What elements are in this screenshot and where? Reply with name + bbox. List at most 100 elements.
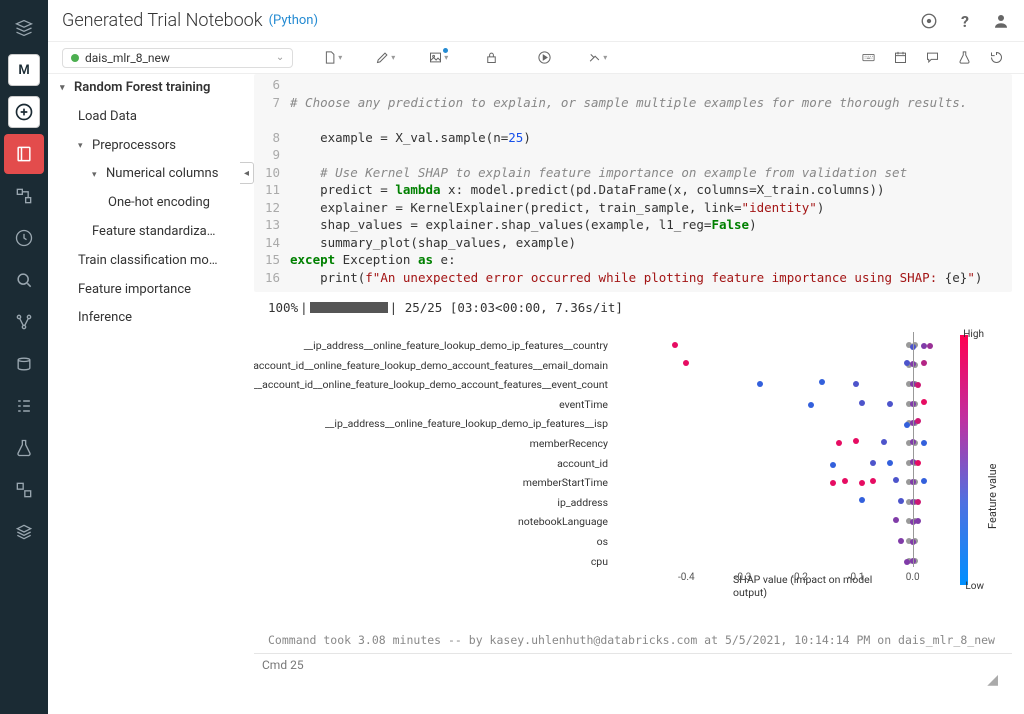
shap-point bbox=[898, 498, 904, 504]
progress-pct: 100% bbox=[268, 300, 298, 315]
outline-root[interactable]: ▾Random Forest training bbox=[60, 74, 240, 103]
shap-point bbox=[915, 499, 921, 505]
progress-counts: | 25/25 [03:03<00:00, 7.36s/it] bbox=[390, 300, 623, 315]
feature-label: memberStartTime bbox=[254, 476, 608, 489]
feature-label: notebookLanguage bbox=[254, 515, 608, 528]
shap-point bbox=[893, 477, 899, 483]
shap-point bbox=[859, 480, 865, 486]
shap-point bbox=[683, 360, 689, 366]
notebook-nav-icon[interactable] bbox=[4, 134, 44, 174]
shap-point bbox=[830, 480, 836, 486]
shap-point bbox=[819, 379, 825, 385]
code-cell[interactable]: 678910111213141516 # Choose any predicti… bbox=[254, 74, 1012, 292]
cmd-bar[interactable]: Cmd 25 bbox=[254, 653, 1012, 676]
feature-label: __ip_address__online_feature_lookup_demo… bbox=[254, 417, 608, 430]
shap-point bbox=[887, 460, 893, 466]
lock-button[interactable] bbox=[477, 46, 505, 70]
progress-output: 100%|| 25/25 [03:03<00:00, 7.36s/it] bbox=[254, 292, 1012, 323]
workflows-icon[interactable] bbox=[4, 176, 44, 216]
jobs-icon[interactable] bbox=[4, 386, 44, 426]
language-label[interactable]: (Python) bbox=[269, 13, 318, 28]
shap-point bbox=[859, 497, 865, 503]
file-button[interactable]: ▾ bbox=[318, 46, 346, 70]
outline-item[interactable]: Train classification mo… bbox=[60, 247, 240, 276]
header-bar: Generated Trial Notebook (Python) ? bbox=[48, 0, 1024, 42]
main-content: 678910111213141516 # Choose any predicti… bbox=[254, 74, 1012, 714]
x-tick: -0.2 bbox=[791, 572, 808, 583]
shap-point bbox=[915, 382, 921, 388]
models-icon[interactable] bbox=[4, 470, 44, 510]
resize-handle[interactable]: ◢ bbox=[987, 672, 998, 688]
feature-label: __account_id__online_feature_lookup_demo… bbox=[254, 359, 608, 372]
logo-icon[interactable] bbox=[4, 8, 44, 48]
feature-store-icon[interactable] bbox=[4, 512, 44, 552]
shap-point bbox=[808, 402, 814, 408]
x-tick: -0.3 bbox=[735, 572, 752, 583]
shap-point bbox=[881, 439, 887, 445]
user-icon[interactable] bbox=[992, 12, 1010, 30]
help-icon[interactable]: ? bbox=[956, 12, 974, 30]
notebook-title[interactable]: Generated Trial Notebook bbox=[62, 10, 263, 31]
experiments-icon[interactable] bbox=[4, 428, 44, 468]
add-button[interactable] bbox=[8, 96, 40, 128]
shap-point bbox=[836, 440, 842, 446]
outline-item[interactable]: ▾Numerical columns bbox=[60, 160, 240, 189]
outline-item[interactable]: ▾Preprocessors bbox=[60, 132, 240, 161]
shap-point bbox=[921, 399, 927, 405]
recents-icon[interactable] bbox=[4, 218, 44, 258]
keyboard-icon[interactable] bbox=[854, 46, 882, 70]
feature-label: eventTime bbox=[254, 398, 608, 411]
shap-point bbox=[887, 401, 893, 407]
outline-item[interactable]: Feature importance bbox=[60, 276, 240, 305]
feature-label: os bbox=[254, 535, 608, 548]
shap-point bbox=[921, 440, 927, 446]
revision-button[interactable] bbox=[982, 46, 1010, 70]
feature-label: __ip_address__online_feature_lookup_demo… bbox=[254, 339, 608, 352]
clear-button[interactable]: ▾ bbox=[583, 46, 611, 70]
feature-label: ip_address bbox=[254, 496, 608, 509]
shap-point bbox=[927, 343, 933, 349]
shap-point bbox=[921, 478, 927, 484]
compute-icon[interactable] bbox=[4, 344, 44, 384]
sidebar-collapse-handle[interactable]: ◂ bbox=[240, 162, 254, 184]
edit-button[interactable]: ▾ bbox=[371, 46, 399, 70]
code-lines[interactable]: # Choose any prediction to explain, or s… bbox=[290, 76, 1012, 286]
shap-point bbox=[672, 342, 678, 348]
shap-point bbox=[915, 518, 921, 524]
shap-point bbox=[757, 381, 763, 387]
colorbar-low: Low bbox=[965, 581, 984, 592]
shap-point bbox=[915, 460, 921, 466]
colorbar bbox=[960, 335, 968, 585]
shap-point bbox=[893, 517, 899, 523]
search-icon[interactable] bbox=[4, 260, 44, 300]
schedule-button[interactable] bbox=[886, 46, 914, 70]
shap-point bbox=[921, 360, 927, 366]
schedule-icon[interactable] bbox=[920, 12, 938, 30]
shap-point bbox=[870, 460, 876, 466]
cluster-status-dot bbox=[71, 54, 79, 62]
shap-point bbox=[830, 462, 836, 468]
colorbar-high: High bbox=[963, 329, 984, 340]
feature-label: cpu bbox=[254, 555, 608, 568]
x-tick: -0.4 bbox=[678, 572, 695, 583]
code-gutter: 678910111213141516 bbox=[254, 76, 290, 286]
cluster-selector[interactable]: dais_mlr_8_new ⌄ bbox=[62, 48, 293, 68]
mlflow-button[interactable] bbox=[950, 46, 978, 70]
x-tick: 0.0 bbox=[906, 572, 920, 583]
left-nav-rail: M bbox=[0, 0, 48, 714]
outline-item[interactable]: Inference bbox=[60, 304, 240, 333]
feature-label: __account_id__online_feature_lookup_demo… bbox=[254, 378, 608, 391]
command-footer: Command took 3.08 minutes -- by kasey.uh… bbox=[254, 627, 1012, 653]
toolbar: dais_mlr_8_new ⌄ ▾ ▾ ▾ ▾ bbox=[48, 42, 1024, 74]
outline-item[interactable]: Feature standardiza… bbox=[60, 218, 240, 247]
data-icon[interactable] bbox=[4, 302, 44, 342]
outline-item[interactable]: One-hot encoding bbox=[60, 189, 240, 218]
colorbar-axis-label: Feature value bbox=[986, 464, 999, 529]
shap-point bbox=[853, 438, 859, 444]
nav-item-m[interactable]: M bbox=[8, 54, 40, 86]
image-button[interactable]: ▾ bbox=[424, 46, 452, 70]
shap-point bbox=[859, 400, 865, 406]
comments-button[interactable] bbox=[918, 46, 946, 70]
outline-item[interactable]: Load Data bbox=[60, 103, 240, 132]
run-button[interactable] bbox=[530, 46, 558, 70]
